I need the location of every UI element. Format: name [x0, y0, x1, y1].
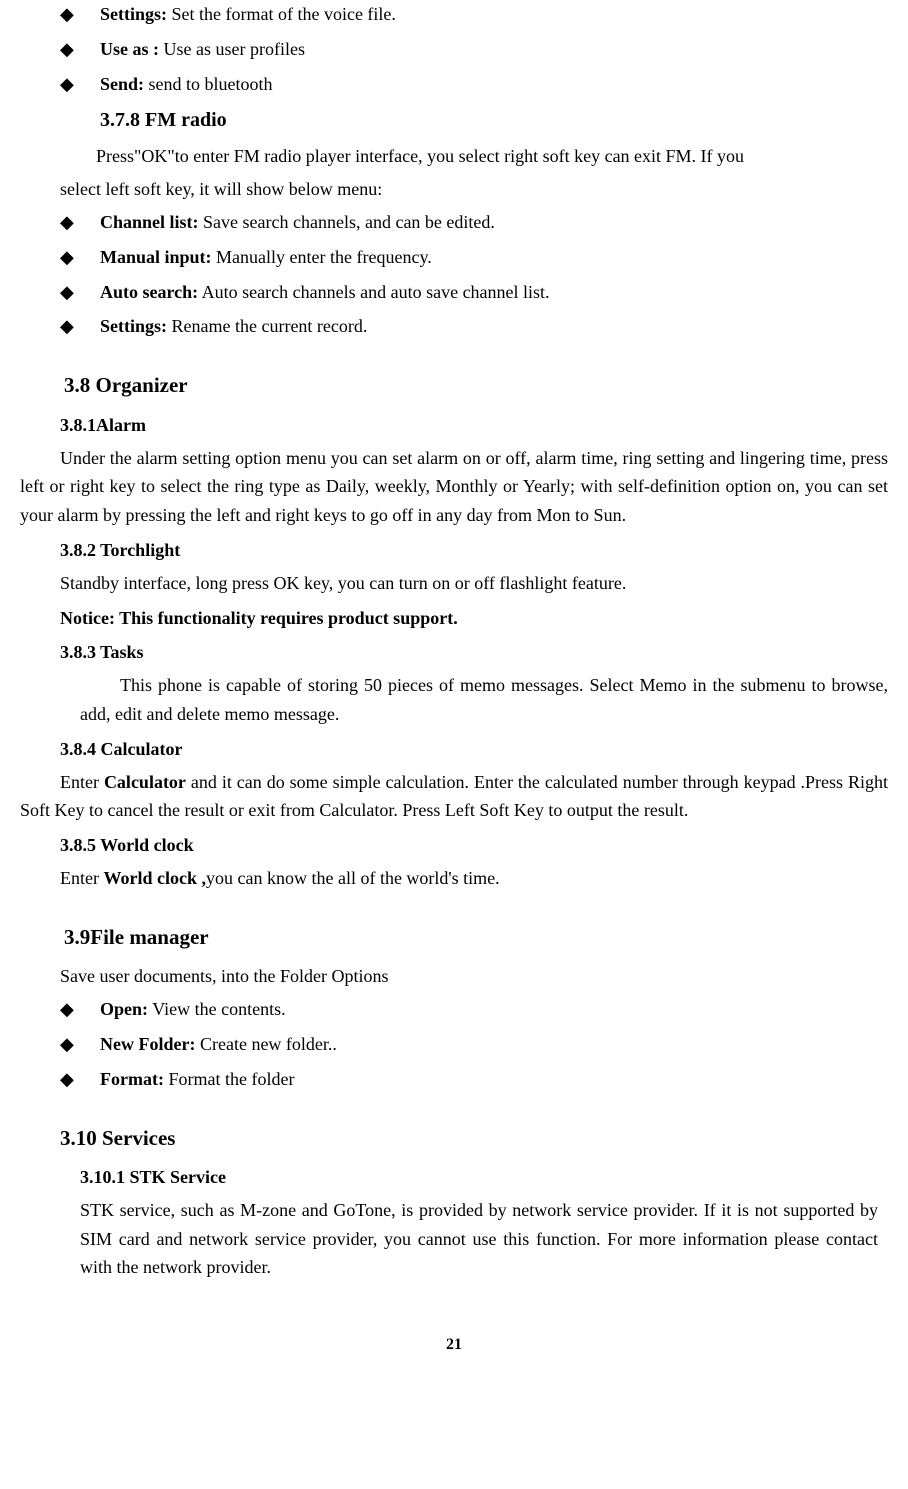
item-text: Auto search channels and auto save chann… — [198, 282, 549, 302]
item-label: Format: — [100, 1069, 164, 1089]
calc-para: Enter Calculator and it can do some simp… — [20, 768, 888, 826]
item-text: Use as user profiles — [159, 39, 305, 59]
page-number: 21 — [20, 1332, 888, 1358]
list-item: Use as : Use as user profiles — [60, 35, 888, 64]
item-text: Set the format of the voice file. — [167, 4, 396, 24]
wclock-bold: World clock , — [103, 868, 206, 888]
list-item: Auto search: Auto search channels and au… — [60, 278, 888, 307]
heading-39: 3.9File manager — [64, 921, 888, 955]
item-text: Rename the current record. — [167, 316, 367, 336]
fm-para: Press"OK"to enter FM radio player interf… — [60, 142, 888, 171]
file-bullet-list: Open: View the contents. New Folder: Cre… — [20, 995, 888, 1093]
tasks-text: This phone is capable of storing 50 piec… — [80, 675, 888, 724]
fm-text-b: "OK" — [134, 146, 175, 166]
list-item: Settings: Set the format of the voice fi… — [60, 0, 888, 29]
item-label: Open: — [100, 999, 148, 1019]
item-text: Create new folder.. — [195, 1034, 336, 1054]
item-label: Auto search: — [100, 282, 198, 302]
torch-notice: Notice: This functionality requires prod… — [60, 604, 888, 633]
wclock-pre: Enter — [60, 868, 103, 888]
item-label: Channel list: — [100, 212, 199, 232]
item-label: New Folder: — [100, 1034, 195, 1054]
stk-para: STK service, such as M-zone and GoTone, … — [80, 1196, 878, 1282]
list-item: New Folder: Create new folder.. — [60, 1030, 888, 1059]
item-text: Format the folder — [164, 1069, 294, 1089]
list-item: Manual input: Manually enter the frequen… — [60, 243, 888, 272]
heading-383: 3.8.3 Tasks — [60, 638, 888, 667]
fm-text-c: to enter FM radio player interface, you … — [175, 146, 744, 166]
item-label: Settings: — [100, 4, 167, 24]
alarm-para: Under the alarm setting option menu you … — [20, 444, 888, 530]
heading-310: 3.10 Services — [60, 1122, 888, 1156]
top-bullet-list: Settings: Set the format of the voice fi… — [20, 0, 888, 98]
heading-38: 3.8 Organizer — [64, 369, 888, 403]
item-text: Manually enter the frequency. — [212, 247, 432, 267]
heading-3101: 3.10.1 STK Service — [80, 1163, 888, 1192]
fm-para2: select left soft key, it will show below… — [60, 175, 888, 204]
heading-384: 3.8.4 Calculator — [60, 735, 888, 764]
fm-bullet-list: Channel list: Save search channels, and … — [20, 208, 888, 341]
tasks-para: This phone is capable of storing 50 piec… — [80, 671, 888, 729]
fm-options-para: Save user documents, into the Folder Opt… — [60, 962, 888, 991]
heading-385: 3.8.5 World clock — [60, 831, 888, 860]
fm-text-a: Press — [96, 146, 134, 166]
item-text: Save search channels, and can be edited. — [199, 212, 495, 232]
alarm-text: Under the alarm setting option menu you … — [20, 448, 888, 526]
list-item: Settings: Rename the current record. — [60, 312, 888, 341]
wclock-post: you can know the all of the world's time… — [206, 868, 500, 888]
item-label: Settings: — [100, 316, 167, 336]
torch-para: Standby interface, long press OK key, yo… — [60, 569, 888, 598]
wclock-para: Enter World clock ,you can know the all … — [60, 864, 888, 893]
item-label: Send: — [100, 74, 144, 94]
item-text: View the contents. — [148, 999, 286, 1019]
list-item: Open: View the contents. — [60, 995, 888, 1024]
list-item: Send: send to bluetooth — [60, 70, 888, 99]
list-item: Format: Format the folder — [60, 1065, 888, 1094]
item-text: send to bluetooth — [144, 74, 273, 94]
item-label: Use as : — [100, 39, 159, 59]
calc-bold: Calculator — [104, 772, 186, 792]
heading-382: 3.8.2 Torchlight — [60, 536, 888, 565]
heading-378: 3.7.8 FM radio — [100, 104, 888, 136]
list-item: Channel list: Save search channels, and … — [60, 208, 888, 237]
calc-pre: Enter — [60, 772, 104, 792]
item-label: Manual input: — [100, 247, 212, 267]
heading-381: 3.8.1Alarm — [60, 411, 888, 440]
